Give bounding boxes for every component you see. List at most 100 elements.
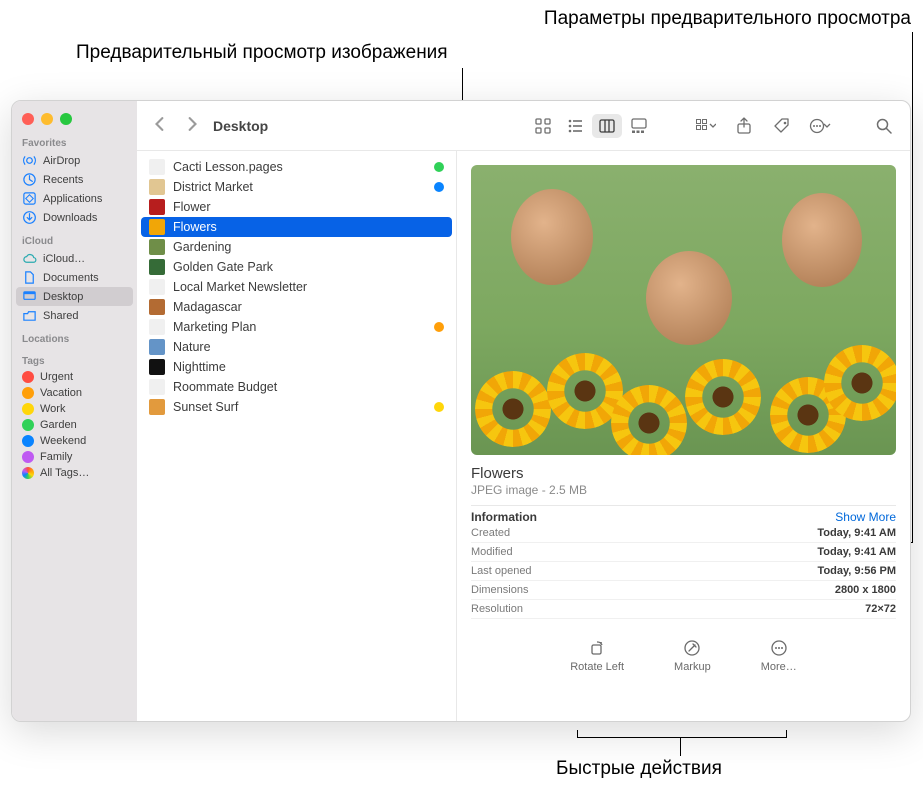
quick-action-more[interactable]: More… <box>761 639 797 673</box>
sidebar-item-recents[interactable]: Recents <box>12 170 137 189</box>
info-row: ModifiedToday, 9:41 AM <box>471 543 896 562</box>
file-name: Local Market Newsletter <box>173 280 444 294</box>
download-icon <box>22 210 37 225</box>
rotate-icon <box>588 639 606 657</box>
sidebar-heading-icloud: iCloud <box>12 233 137 249</box>
file-name: Gardening <box>173 240 444 254</box>
file-name: Cacti Lesson.pages <box>173 160 426 174</box>
tag-dot-icon <box>22 451 34 463</box>
file-row[interactable]: Cacti Lesson.pages <box>141 157 452 177</box>
sidebar-tag-weekend[interactable]: Weekend <box>12 433 137 449</box>
preview-subtitle: JPEG image - 2.5 MB <box>471 483 896 497</box>
more-button[interactable] <box>806 114 834 138</box>
gallery-view-button[interactable] <box>624 114 654 138</box>
file-icon <box>149 399 165 415</box>
clock-icon <box>22 172 37 187</box>
sidebar-tag-vacation[interactable]: Vacation <box>12 385 137 401</box>
file-name: Madagascar <box>173 300 444 314</box>
file-row[interactable]: Marketing Plan <box>141 317 452 337</box>
file-icon <box>149 279 165 295</box>
file-row[interactable]: Flowers <box>141 217 452 237</box>
share-button[interactable] <box>730 114 758 138</box>
sidebar-tag-label: Garden <box>40 419 77 431</box>
sidebar-item-airdrop[interactable]: AirDrop <box>12 151 137 170</box>
desktop-icon <box>22 289 37 304</box>
quick-action-markup[interactable]: Markup <box>674 639 711 673</box>
info-row: CreatedToday, 9:41 AM <box>471 524 896 543</box>
file-icon <box>149 379 165 395</box>
sidebar-item-documents[interactable]: Documents <box>12 268 137 287</box>
file-row[interactable]: Madagascar <box>141 297 452 317</box>
file-name: Flowers <box>173 220 444 234</box>
file-name: Golden Gate Park <box>173 260 444 274</box>
file-row[interactable]: Local Market Newsletter <box>141 277 452 297</box>
finder-window: Favorites AirDropRecentsApplicationsDown… <box>11 100 911 722</box>
preview-image <box>471 165 896 455</box>
sidebar-item-icloud-[interactable]: iCloud… <box>12 249 137 268</box>
sidebar-tag-garden[interactable]: Garden <box>12 417 137 433</box>
callout-quick: Быстрые действия <box>556 758 722 780</box>
sidebar-tag-urgent[interactable]: Urgent <box>12 369 137 385</box>
sidebar-tag-label: Weekend <box>40 435 86 447</box>
list-view-button[interactable] <box>560 114 590 138</box>
sidebar-item-label: Recents <box>43 174 83 186</box>
sidebar-tag-all-tags-[interactable]: All Tags… <box>12 465 137 481</box>
toolbar: Desktop <box>137 101 910 151</box>
file-tag-dot-icon <box>434 322 444 332</box>
sidebar-heading-locations: Locations <box>12 331 137 347</box>
minimize-button[interactable] <box>41 113 53 125</box>
file-row[interactable]: Golden Gate Park <box>141 257 452 277</box>
file-row[interactable]: Sunset Surf <box>141 397 452 417</box>
tag-button[interactable] <box>768 114 796 138</box>
callout-bracket <box>577 730 787 738</box>
tag-dot-icon <box>22 403 34 415</box>
file-tag-dot-icon <box>434 162 444 172</box>
forward-button[interactable] <box>181 115 203 136</box>
icon-view-button[interactable] <box>528 114 558 138</box>
apps-icon <box>22 191 37 206</box>
sidebar-tag-label: All Tags… <box>40 467 89 479</box>
file-row[interactable]: Flower <box>141 197 452 217</box>
info-heading: Information <box>471 510 537 524</box>
file-row[interactable]: Nature <box>141 337 452 357</box>
close-button[interactable] <box>22 113 34 125</box>
sidebar-item-downloads[interactable]: Downloads <box>12 208 137 227</box>
callout-line-quick <box>680 738 681 756</box>
file-row[interactable]: Roommate Budget <box>141 377 452 397</box>
sidebar-item-shared[interactable]: Shared <box>12 306 137 325</box>
file-icon <box>149 199 165 215</box>
file-row[interactable]: Gardening <box>141 237 452 257</box>
sidebar-tag-label: Work <box>40 403 65 415</box>
markup-icon <box>683 639 701 657</box>
info-key: Resolution <box>471 603 523 615</box>
info-row: Dimensions2800 x 1800 <box>471 581 896 600</box>
info-key: Last opened <box>471 565 532 577</box>
cloud-icon <box>22 251 37 266</box>
sidebar-item-applications[interactable]: Applications <box>12 189 137 208</box>
quick-action-label: Rotate Left <box>570 661 624 673</box>
window-controls <box>12 107 137 135</box>
file-name: District Market <box>173 180 426 194</box>
group-button[interactable] <box>692 114 720 138</box>
fullscreen-button[interactable] <box>60 113 72 125</box>
file-icon <box>149 259 165 275</box>
file-name: Marketing Plan <box>173 320 426 334</box>
search-button[interactable] <box>870 114 898 138</box>
sidebar-tag-work[interactable]: Work <box>12 401 137 417</box>
file-icon <box>149 239 165 255</box>
sidebar-tag-label: Vacation <box>40 387 82 399</box>
file-name: Nighttime <box>173 360 444 374</box>
sidebar-item-desktop[interactable]: Desktop <box>16 287 133 306</box>
column-view-button[interactable] <box>592 114 622 138</box>
back-button[interactable] <box>149 115 171 136</box>
sidebar-tag-family[interactable]: Family <box>12 449 137 465</box>
file-row[interactable]: Nighttime <box>141 357 452 377</box>
file-row[interactable]: District Market <box>141 177 452 197</box>
quick-action-rotate[interactable]: Rotate Left <box>570 639 624 673</box>
doc-icon <box>22 270 37 285</box>
info-value: Today, 9:41 AM <box>817 527 896 539</box>
show-more-button[interactable]: Show More <box>835 510 896 524</box>
file-icon <box>149 359 165 375</box>
sidebar-item-label: Shared <box>43 310 78 322</box>
file-name: Flower <box>173 200 444 214</box>
